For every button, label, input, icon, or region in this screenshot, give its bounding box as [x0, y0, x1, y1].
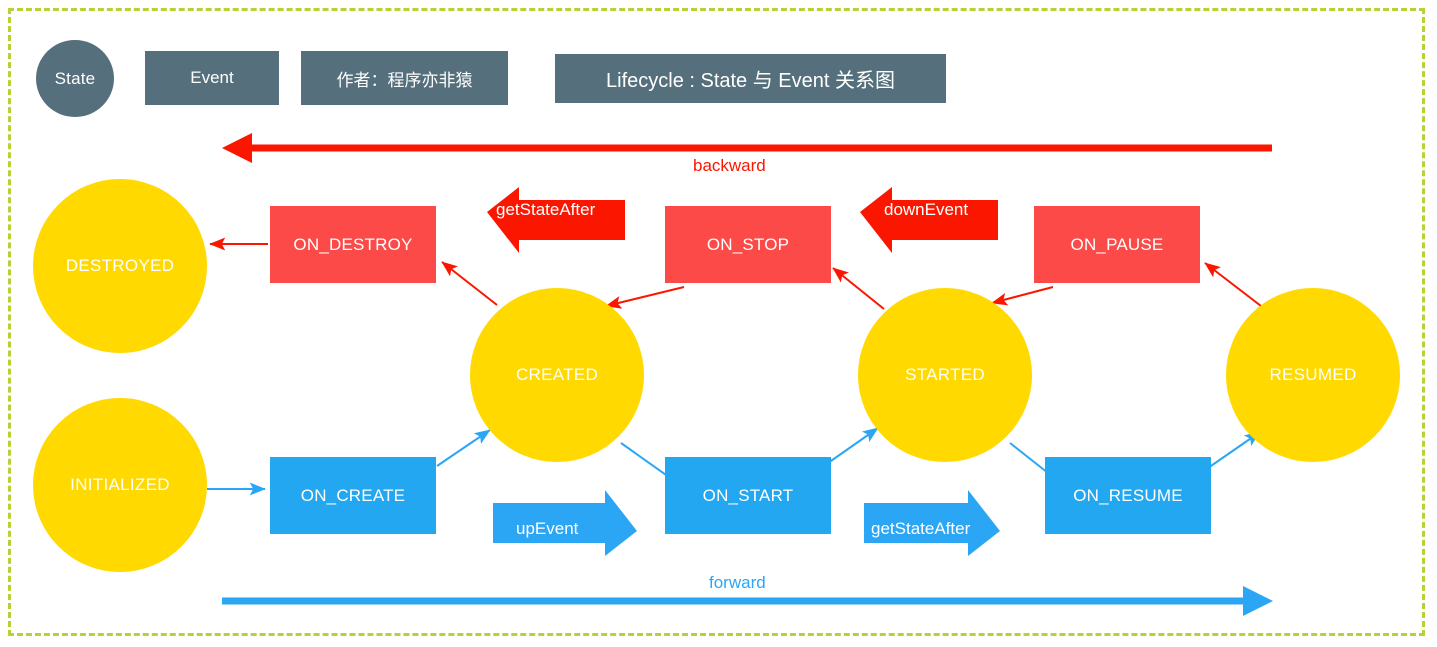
event-label: ON_PAUSE	[1070, 234, 1164, 254]
event-label: ON_START	[702, 485, 794, 505]
state-node-resumed: RESUMED	[1226, 288, 1400, 462]
legend-state-swatch: State	[36, 40, 114, 117]
block-arrow-getstateafter-bottom	[864, 490, 1000, 556]
state-label: CREATED	[515, 365, 599, 384]
event-label: ON_RESUME	[1073, 485, 1183, 505]
block-arrow-upevent	[493, 490, 637, 556]
diagram-title: Lifecycle : State 与 Event 关系图	[555, 54, 946, 103]
legend-event-label: Event	[190, 68, 234, 87]
state-node-initialized: INITIALIZED	[33, 398, 207, 572]
state-label: DESTROYED	[65, 256, 175, 275]
event-node-on-stop: ON_STOP	[665, 206, 831, 283]
author-credit: 作者：程序亦非猿	[301, 51, 508, 105]
diagram-canvas: State Event 作者：程序亦非猿 Lifecycle : State 与…	[0, 0, 1437, 647]
state-label: RESUMED	[1269, 365, 1357, 384]
event-node-on-start: ON_START	[665, 457, 831, 534]
state-node-started: STARTED	[858, 288, 1032, 462]
diagram-title-label: Lifecycle : State 与 Event 关系图	[606, 70, 895, 92]
state-node-destroyed: DESTROYED	[33, 179, 207, 353]
state-node-created: CREATED	[470, 288, 644, 462]
direction-label-forward: forward	[709, 573, 766, 592]
block-arrow-getstateafter-top	[487, 187, 625, 253]
event-label: ON_CREATE	[300, 485, 406, 505]
event-node-on-create: ON_CREATE	[270, 457, 436, 534]
state-label: STARTED	[905, 365, 985, 384]
block-arrow-downevent	[860, 187, 998, 253]
event-label: ON_DESTROY	[293, 234, 413, 254]
legend-state-label: State	[54, 68, 96, 88]
legend-event-swatch: Event	[145, 51, 279, 105]
event-label: ON_STOP	[706, 234, 790, 254]
direction-label-backward: backward	[693, 156, 766, 175]
event-node-on-destroy: ON_DESTROY	[270, 206, 436, 283]
event-node-on-pause: ON_PAUSE	[1034, 206, 1200, 283]
state-label: INITIALIZED	[70, 475, 170, 494]
event-node-on-resume: ON_RESUME	[1045, 457, 1211, 534]
author-credit-label: 作者：程序亦非猿	[336, 70, 473, 90]
